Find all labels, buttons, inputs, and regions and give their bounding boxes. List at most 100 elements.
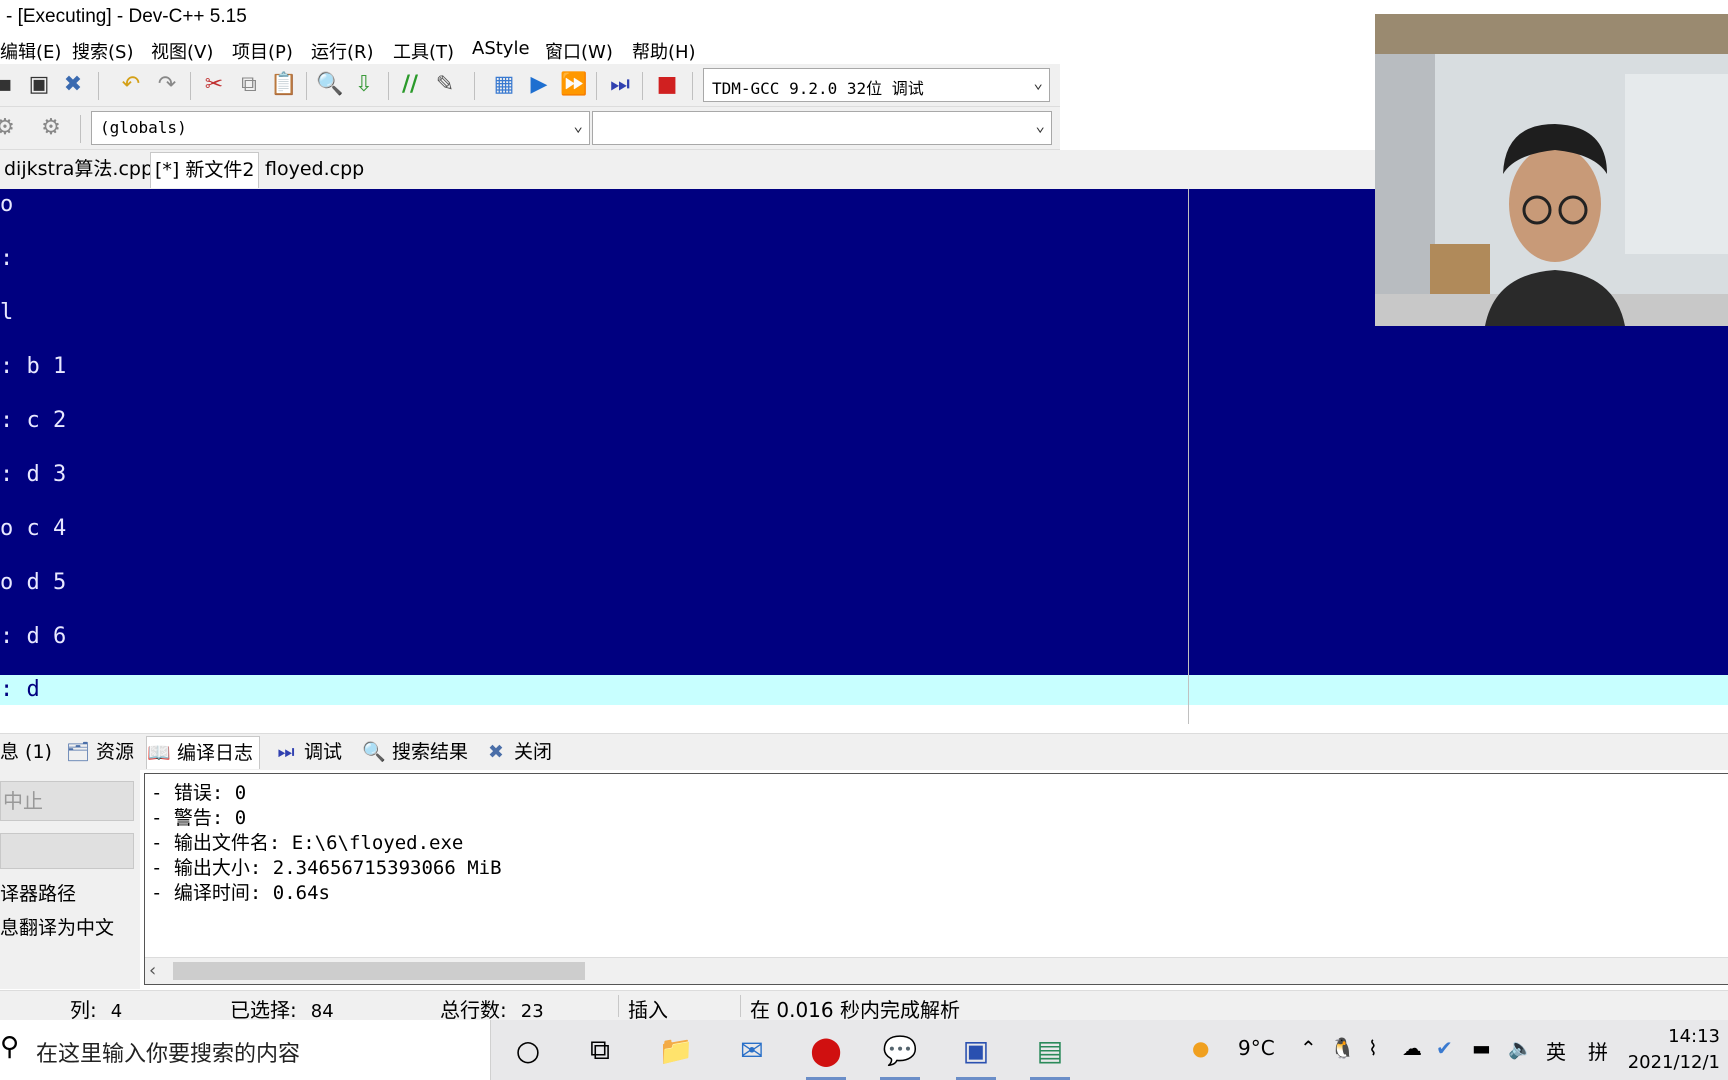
ime-lang[interactable]: 英 [1546,1036,1566,1065]
clock-time: 14:13 [1668,1026,1720,1047]
chevron-down-icon: ⌄ [573,116,583,135]
gear-icon[interactable]: ⚙ [0,115,18,141]
translate-option[interactable]: 息翻译为中文 [0,913,114,940]
bottom-panel-tabs: 息 (1) 🗂 资源 📖 编译日志 ⏭ 调试 🔍 搜索结果 ✖ 关闭 [0,733,1728,770]
compiler-path-option[interactable]: 译器路径 [0,879,76,906]
scope-select-value: (globals) [100,118,187,137]
tab-floyed[interactable]: floyed.cpp [261,152,368,187]
tab-compile-log[interactable]: 📖 编译日志 [146,736,261,769]
tray-chevron-icon[interactable]: ⌃ [1300,1036,1317,1060]
menu-view[interactable]: 视图(V) [151,38,213,64]
menu-project[interactable]: 项目(P) [232,38,293,64]
status-column: 列: 4 [70,994,122,1023]
redo-icon[interactable]: ↷ [154,72,180,98]
taskbar-search[interactable]: ⚲ 在这里输入你要搜索的内容 [0,1020,491,1080]
tab-dijkstra[interactable]: dijkstra算法.cpp [0,152,157,187]
network-icon[interactable]: ⌇ [1368,1036,1378,1060]
clock[interactable]: 14:13 2021/12/1 [1628,1024,1720,1076]
tab-resources[interactable]: 🗂 资源 [66,736,134,768]
status-bar: 列: 4 已选择: 84 总行数: 23 插入 在 0.016 秒内完成解析 [0,990,1728,1023]
copy-icon[interactable]: ⧉ [236,72,262,98]
compiler-select-value: TDM-GCC 9.2.0 32位 调试 [712,79,924,98]
class-toolbar: ⚙ ⚙ (globals) ⌄ ⌄ [0,107,1060,150]
status-parse-time: 在 0.016 秒内完成解析 [750,998,960,1022]
log-line: - 错误: 0 [151,782,247,804]
security-icon[interactable]: ✔ [1436,1036,1453,1060]
compile-options-panel: 中止 译器路径 息翻译为中文 [0,769,140,989]
debug-icon: ⏭ [277,741,295,763]
status-total-lines-value: 23 [520,1001,544,1022]
volume-icon[interactable]: 🔈 [1508,1036,1533,1060]
window-title: - [Executing] - Dev-C++ 5.15 [6,6,247,27]
clock-date: 2021/12/1 [1627,1052,1720,1073]
menu-tools[interactable]: 工具(T) [393,38,454,64]
book-icon: 📖 [147,742,171,764]
wechat-icon[interactable]: 💬 [874,1028,926,1080]
code-line: : d 3 [0,462,67,487]
weather-temp[interactable]: 9°C [1238,1036,1275,1060]
find-icon[interactable]: 🔍 [316,72,343,98]
stop-icon[interactable]: ■ [654,72,680,98]
tab-new-file-2[interactable]: [*] 新文件2 [150,152,260,188]
close-file-icon[interactable]: ✖ [60,72,86,98]
battery-icon[interactable]: ▬ [1472,1036,1491,1060]
tab-debug-label: 调试 [304,741,343,763]
compile-icon[interactable]: ▦ [491,72,517,98]
undo-icon[interactable]: ↶ [118,72,144,98]
horizontal-scrollbar[interactable]: ‹ [145,957,1728,984]
scope-select[interactable]: (globals) ⌄ [91,111,590,145]
tab-search-results[interactable]: 🔍 搜索结果 [362,736,468,768]
task-view-icon[interactable]: ⧉ [574,1028,626,1072]
menu-window[interactable]: 窗口(W) [545,38,613,64]
cortana-icon[interactable]: ○ [502,1028,554,1072]
file-explorer-icon[interactable]: 📁 [650,1028,702,1072]
status-insert-mode: 插入 [628,998,668,1022]
log-line: - 编译时间: 0.64s [151,882,330,904]
recorder-icon[interactable]: ⬤ [800,1028,852,1080]
status-total-lines: 总行数: 23 [440,994,544,1023]
tab-search-results-label: 搜索结果 [392,741,469,763]
menu-search[interactable]: 搜索(S) [72,38,133,64]
log-line: - 警告: 0 [151,807,247,829]
mail-icon[interactable]: ✉ [726,1028,778,1072]
folder-icon: 🗂 [66,741,91,763]
devcpp-icon[interactable]: ▣ [950,1028,1002,1080]
comment-icon[interactable]: // [397,72,423,98]
ime-mode[interactable]: 拼 [1588,1036,1608,1065]
settings-icon[interactable]: ⚙ [38,115,64,141]
tab-debug[interactable]: ⏭ 调试 [274,736,342,768]
menu-astyle[interactable]: AStyle [472,38,530,59]
webcam-image [1375,14,1728,326]
member-select[interactable]: ⌄ [592,111,1052,145]
qq-icon[interactable]: 🐧 [1330,1036,1355,1060]
code-line: : d 6 [0,624,67,649]
paste-icon[interactable]: 📋 [270,72,297,98]
edit-icon[interactable]: ✎ [432,72,458,98]
code-line: o c 4 [0,516,67,541]
compile-run-icon[interactable]: ⏩ [560,72,587,98]
windows-taskbar: ⚲ 在这里输入你要搜索的内容 ○ ⧉ 📁 ✉ ⬤ 💬 ▣ ▤ ● 9°C ⌃ 🐧… [0,1020,1728,1080]
onedrive-icon[interactable]: ☁ [1402,1036,1422,1060]
search-icon: 🔍 [362,741,386,763]
weather-icon[interactable]: ● [1192,1036,1209,1060]
menu-help[interactable]: 帮助(H) [632,38,696,64]
scroll-thumb[interactable] [173,962,585,980]
cut-icon[interactable]: ✂ [201,72,227,98]
save-all-icon[interactable]: ▣ [26,72,52,98]
blank-button[interactable] [0,833,134,869]
goto-icon[interactable]: ⇩ [351,72,377,98]
menu-edit[interactable]: 编辑(E) [0,38,61,64]
menu-run[interactable]: 运行(R) [311,38,374,64]
tab-close[interactable]: ✖ 关闭 [484,736,552,768]
compiler-select[interactable]: TDM-GCC 9.2.0 32位 调试 ⌄ [703,68,1050,102]
save-icon[interactable]: ▪ [0,72,18,98]
run-icon[interactable]: ▶ [526,72,552,98]
console-app-icon[interactable]: ▤ [1024,1028,1076,1080]
scroll-left-icon[interactable]: ‹ [149,960,156,981]
tab-messages[interactable]: 息 (1) [0,736,52,768]
compile-log[interactable]: - 错误: 0 - 警告: 0 - 输出文件名: E:\6\floyed.exe… [144,773,1728,985]
code-line: o [0,192,14,217]
code-line: : c 2 [0,408,67,433]
abort-button[interactable]: 中止 [0,781,134,821]
debug-icon[interactable]: ⏭ [607,72,633,98]
